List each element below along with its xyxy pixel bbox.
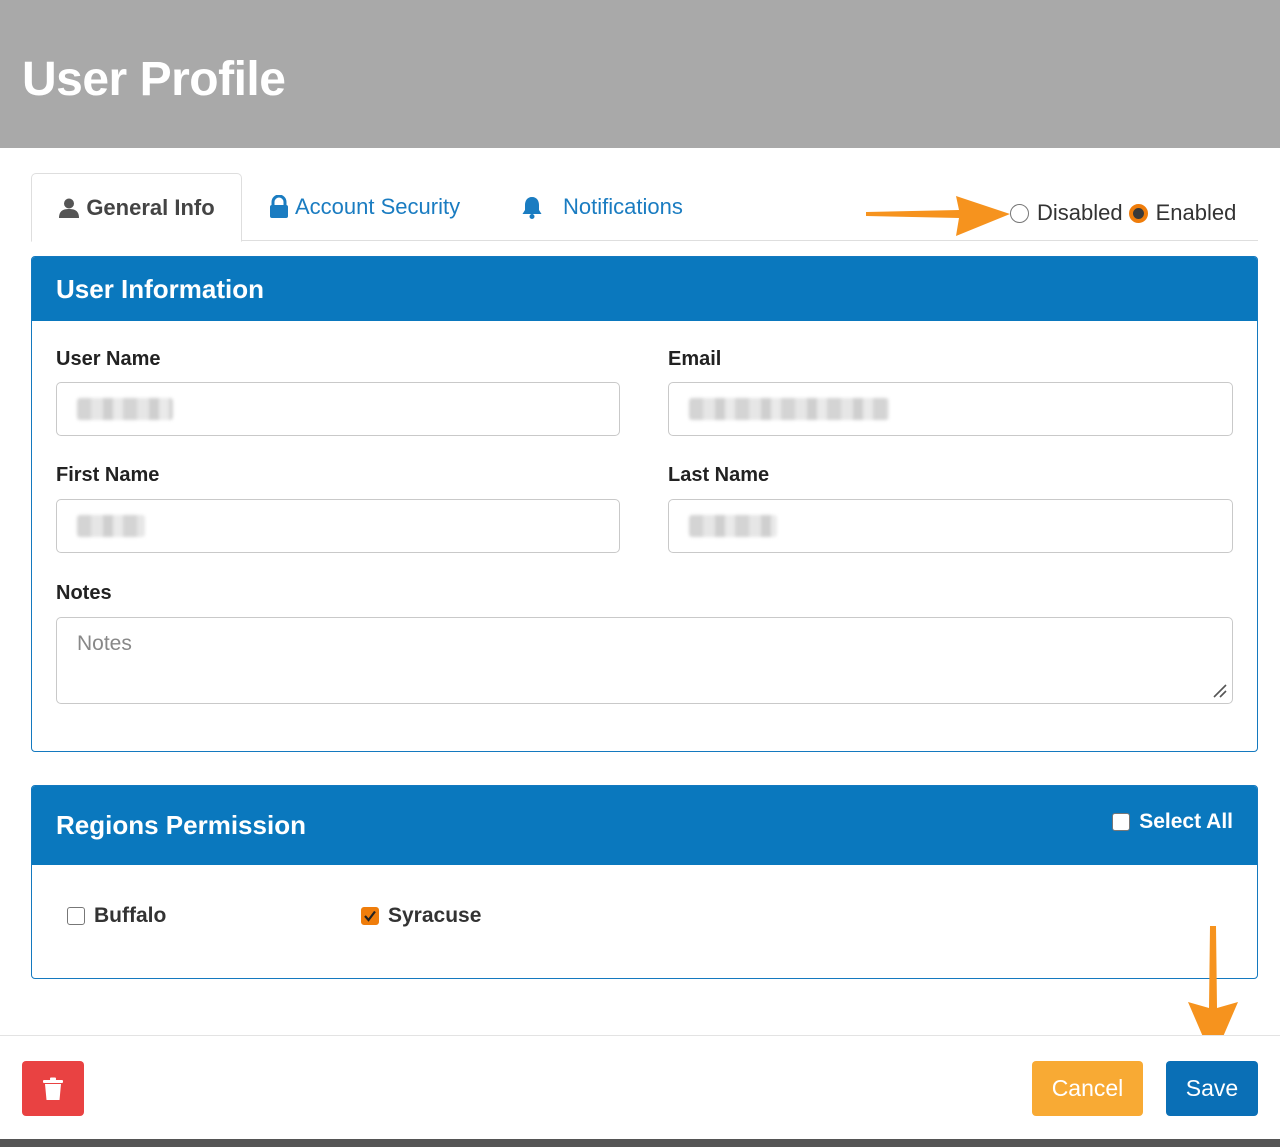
annotation-arrow-right-icon	[866, 196, 1010, 236]
panel-title: User Information	[32, 257, 1257, 321]
redacted-value	[77, 515, 145, 537]
trash-icon	[43, 1077, 63, 1100]
region-item-buffalo[interactable]: Buffalo	[67, 904, 166, 928]
save-button[interactable]: Save	[1166, 1061, 1258, 1116]
user-icon	[58, 197, 80, 219]
checkbox-box[interactable]	[1112, 813, 1131, 831]
select-all-label[interactable]: Select All	[1139, 810, 1233, 834]
checkmark-icon	[364, 910, 376, 922]
tab-notifications[interactable]: Notifications	[521, 173, 683, 241]
delete-button[interactable]	[22, 1061, 84, 1116]
window-bottom-edge	[0, 1139, 1280, 1147]
tab-account-security[interactable]: Account Security	[269, 173, 460, 241]
tab-general-info[interactable]: General Info	[31, 173, 242, 242]
notes-label: Notes	[56, 582, 112, 604]
first-name-input[interactable]	[56, 499, 620, 553]
page-header: User Profile	[0, 0, 1280, 148]
regions-permission-panel: Regions Permission Select All Buffalo Sy…	[31, 785, 1258, 979]
email-label: Email	[668, 348, 722, 370]
page-title: User Profile	[22, 53, 286, 106]
user-name-label: User Name	[56, 348, 161, 370]
email-input[interactable]	[668, 382, 1233, 436]
last-name-label: Last Name	[668, 464, 770, 486]
radio-disabled[interactable]	[1010, 203, 1029, 223]
lock-icon	[269, 195, 289, 219]
region-label[interactable]: Buffalo	[94, 904, 166, 928]
footer-bar: Cancel Save	[0, 1035, 1280, 1147]
checkbox-box[interactable]	[361, 907, 379, 925]
tab-label: General Info	[86, 194, 215, 220]
status-toggle: Disabled Enabled	[1010, 200, 1242, 226]
user-name-input[interactable]	[56, 382, 620, 436]
panel-header: Regions Permission Select All	[32, 786, 1257, 865]
radio-enabled[interactable]	[1128, 203, 1148, 223]
last-name-input[interactable]	[668, 499, 1233, 553]
tab-label: Notifications	[563, 194, 683, 219]
tab-label: Account Security	[295, 194, 461, 219]
redacted-value	[77, 398, 173, 420]
panel-title: Regions Permission	[56, 810, 306, 840]
redacted-value	[689, 515, 777, 537]
checkbox-box[interactable]	[67, 907, 85, 925]
region-label[interactable]: Syracuse	[388, 904, 481, 928]
cancel-button[interactable]: Cancel	[1032, 1061, 1143, 1116]
radio-enabled-label[interactable]: Enabled	[1156, 200, 1237, 226]
notes-placeholder: Notes	[77, 632, 132, 655]
first-name-label: First Name	[56, 464, 160, 486]
resize-handle-icon[interactable]	[1210, 681, 1228, 699]
bell-icon	[521, 195, 543, 219]
radio-disabled-label[interactable]: Disabled	[1037, 200, 1123, 226]
region-item-syracuse[interactable]: Syracuse	[361, 904, 481, 928]
user-information-panel: User Information User Name Email First N…	[31, 256, 1258, 752]
select-all-checkbox[interactable]: Select All	[1112, 810, 1233, 834]
redacted-value	[689, 398, 889, 420]
notes-textarea[interactable]: Notes	[56, 617, 1233, 704]
